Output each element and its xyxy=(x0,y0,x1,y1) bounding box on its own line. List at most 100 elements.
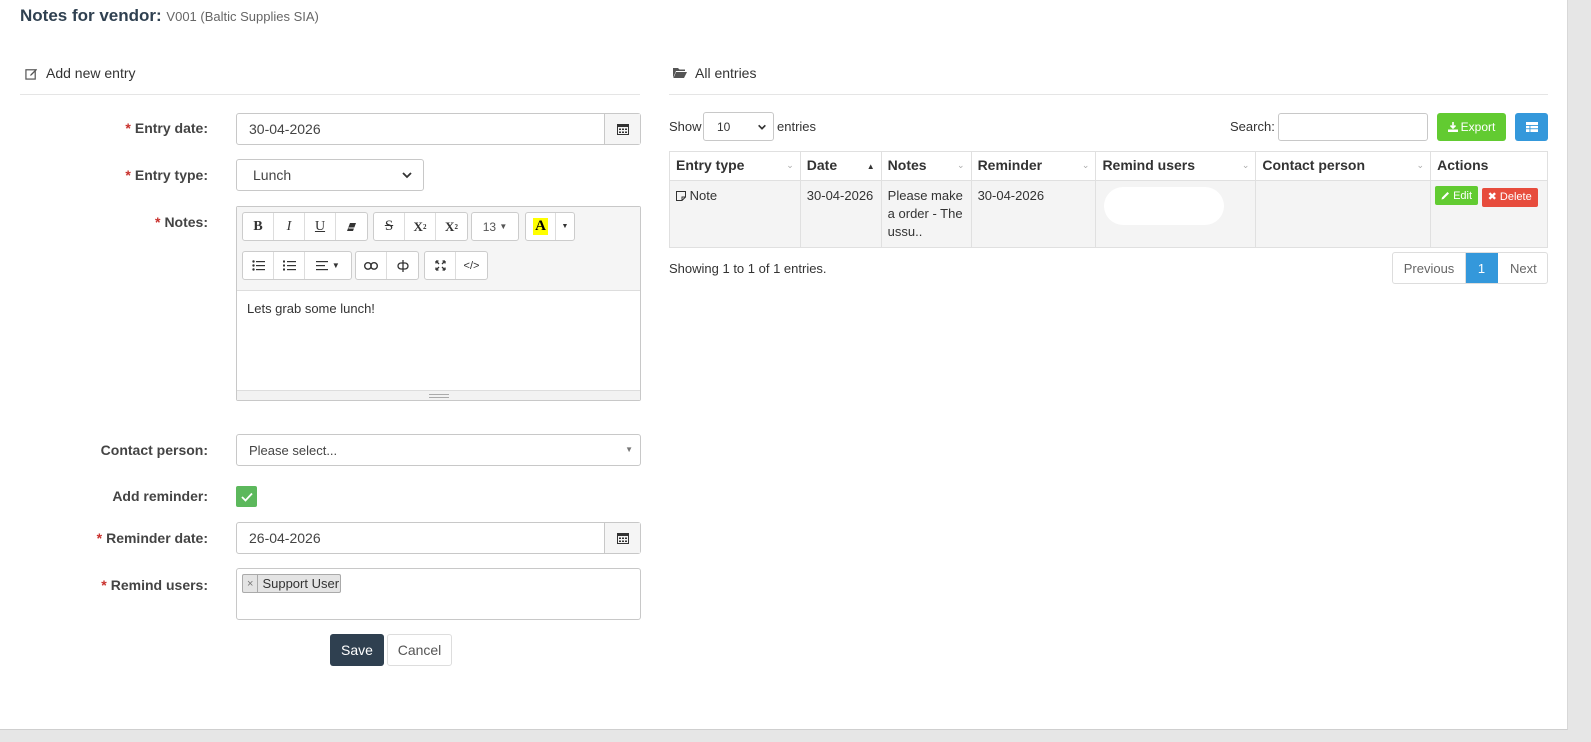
unlink-button[interactable] xyxy=(387,252,418,279)
eraser-icon xyxy=(347,222,356,231)
column-visibility-button[interactable] xyxy=(1515,113,1548,141)
entry-type-label: * Entry type: xyxy=(125,167,208,183)
code-icon: </> xyxy=(463,259,480,272)
expand-icon xyxy=(434,260,446,271)
cancel-button[interactable]: Cancel xyxy=(387,634,452,666)
ordered-list-button[interactable] xyxy=(274,252,305,279)
entry-date-label: * Entry date: xyxy=(125,120,208,136)
sort-icon: ⌄ xyxy=(957,160,965,170)
column-header-contact-person[interactable]: Contact person ⌄ xyxy=(1255,151,1432,181)
toolbar-view-group: </> xyxy=(424,251,488,280)
chevron-down-icon xyxy=(758,124,766,130)
fullscreen-button[interactable] xyxy=(425,252,456,279)
contact-person-label: Contact person: xyxy=(100,442,208,458)
table-header-row: Entry type ⌄ Date ▲ Notes ⌄ Reminder ⌄ Remin… xyxy=(669,151,1548,181)
chevron-down-icon xyxy=(402,172,412,179)
vendor-subtitle: V001 (Baltic Supplies SIA) xyxy=(166,9,319,24)
page-size-select[interactable]: 10 xyxy=(703,112,774,141)
table-icon xyxy=(1525,122,1538,132)
remind-users-label: * Remind users: xyxy=(101,577,208,593)
column-header-reminder[interactable]: Reminder ⌄ xyxy=(970,151,1097,181)
edit-button[interactable]: Edit xyxy=(1435,186,1479,205)
align-icon xyxy=(316,260,329,270)
sort-asc-icon: ▲ xyxy=(866,162,875,171)
cell-notes: Please make a order - The ussu.. xyxy=(880,180,972,248)
save-button[interactable]: Save xyxy=(330,634,384,666)
cell-actions: Edit ✖ Delete xyxy=(1430,180,1548,248)
entry-date-calendar-button[interactable] xyxy=(604,114,640,144)
calendar-icon xyxy=(616,533,629,544)
column-header-date[interactable]: Date ▲ xyxy=(799,151,882,181)
divider xyxy=(669,94,1548,95)
paragraph-align-dropdown[interactable]: ▼ xyxy=(305,252,351,279)
link-icon xyxy=(364,261,378,270)
notes-editor: B I U S X2 X2 13 ▼ A ▼ ▼ </> Lets grab s… xyxy=(236,206,641,401)
entry-type-select[interactable]: Lunch xyxy=(236,159,424,191)
toolbar-link-group xyxy=(355,251,419,280)
sort-icon: ⌄ xyxy=(1416,160,1425,170)
pagination-previous[interactable]: Previous xyxy=(1393,253,1466,283)
font-size-dropdown[interactable]: 13 ▼ xyxy=(471,212,519,241)
redacted-region xyxy=(1104,187,1225,225)
remind-users-multiselect[interactable]: × Support User xyxy=(236,568,641,620)
search-input[interactable] xyxy=(1278,113,1428,141)
contact-person-select[interactable]: Please select... ▼ xyxy=(236,434,641,466)
underline-button[interactable]: U xyxy=(305,213,336,240)
table-info: Showing 1 to 1 of 1 entries. xyxy=(669,261,827,276)
unordered-list-button[interactable] xyxy=(243,252,274,279)
search-label: Search: xyxy=(1230,119,1275,134)
sort-icon: ⌄ xyxy=(1081,160,1090,170)
caret-down-icon: ▼ xyxy=(625,445,633,454)
add-reminder-checkbox[interactable] xyxy=(236,486,257,507)
divider xyxy=(20,94,640,95)
pagination: Previous 1 Next xyxy=(1392,252,1548,284)
entry-date-input[interactable]: 30-04-2026 xyxy=(236,113,641,145)
sort-icon: ⌄ xyxy=(786,160,794,170)
text-color-button[interactable]: A xyxy=(526,213,556,240)
main-panel: Notes for vendor: V001 (Baltic Supplies … xyxy=(0,0,1568,730)
user-tag: × Support User xyxy=(242,574,342,593)
grip-icon xyxy=(428,393,449,398)
all-entries-title: All entries xyxy=(695,65,757,81)
remove-tag-icon[interactable]: × xyxy=(243,575,259,592)
color-caret-button[interactable]: ▼ xyxy=(556,213,574,240)
subscript-button[interactable]: X2 xyxy=(436,213,467,240)
column-header-remind-users[interactable]: Remind users ⌄ xyxy=(1095,151,1257,181)
column-header-entry-type[interactable]: Entry type ⌄ xyxy=(669,151,801,181)
eraser-button[interactable] xyxy=(336,213,367,240)
superscript-button[interactable]: X2 xyxy=(405,213,436,240)
link-button[interactable] xyxy=(356,252,387,279)
pagination-page-1[interactable]: 1 xyxy=(1466,253,1498,283)
add-reminder-label: Add reminder: xyxy=(112,488,208,504)
list-ol-icon xyxy=(282,260,296,271)
toolbar-color-group: A ▼ xyxy=(525,212,575,241)
reminder-date-input[interactable]: 26-04-2026 xyxy=(236,522,641,554)
strikethrough-button[interactable]: S xyxy=(374,213,405,240)
delete-button[interactable]: ✖ Delete xyxy=(1481,187,1538,207)
entries-table: Entry type ⌄ Date ▲ Notes ⌄ Reminder ⌄ Remin… xyxy=(669,151,1548,248)
editor-resize-handle[interactable] xyxy=(237,390,640,400)
all-entries-header: All entries xyxy=(673,65,756,81)
show-label: Show xyxy=(669,119,702,134)
user-tag-label: Support User xyxy=(262,576,340,591)
cell-date: 30-04-2026 xyxy=(799,180,882,248)
download-icon xyxy=(1447,122,1458,132)
edit-icon xyxy=(25,68,38,80)
cell-remind-users xyxy=(1095,180,1257,248)
code-view-button[interactable]: </> xyxy=(456,252,487,279)
toolbar-script-group: S X2 X2 xyxy=(373,212,468,241)
reminder-date-calendar-button[interactable] xyxy=(604,523,640,553)
pencil-icon xyxy=(1441,192,1450,200)
italic-button[interactable]: I xyxy=(274,213,305,240)
bold-button[interactable]: B xyxy=(243,213,274,240)
highlight-icon: A xyxy=(533,218,548,235)
export-button[interactable]: Export xyxy=(1437,113,1506,141)
toolbar-list-group: ▼ xyxy=(242,251,352,280)
caret-down-icon: ▼ xyxy=(331,261,340,270)
notes-content[interactable]: Lets grab some lunch! xyxy=(247,301,375,316)
column-header-notes[interactable]: Notes ⌄ xyxy=(880,151,972,181)
notes-label: * Notes: xyxy=(154,214,208,230)
list-ul-icon xyxy=(251,260,265,271)
calendar-icon xyxy=(616,124,629,135)
pagination-next[interactable]: Next xyxy=(1498,253,1549,283)
